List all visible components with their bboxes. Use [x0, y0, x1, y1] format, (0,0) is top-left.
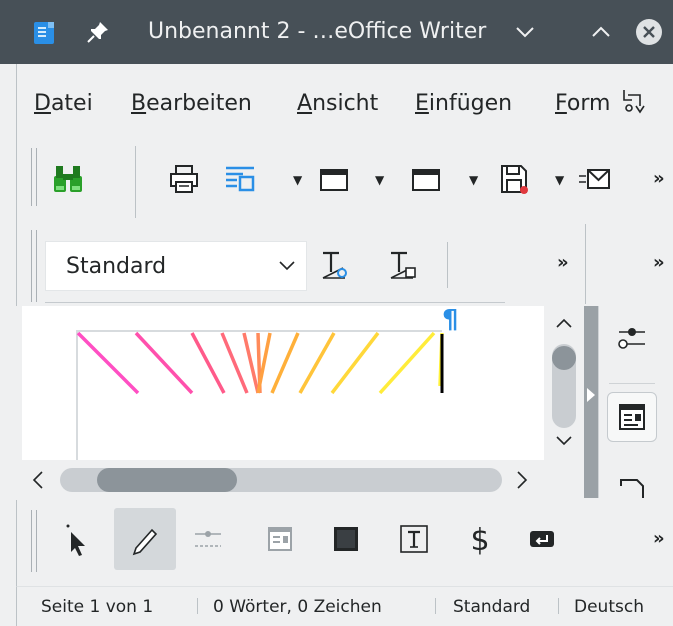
open-icon[interactable] [317, 162, 351, 196]
insert-line-break-icon[interactable] [525, 522, 559, 556]
toolbar-more-button[interactable]: » [653, 252, 665, 274]
chevron-up-icon[interactable] [588, 19, 614, 45]
word-count-status[interactable]: 0 Wörter, 0 Zeichen [213, 596, 382, 618]
menu-format[interactable]: Form [555, 90, 610, 118]
page-icon [619, 404, 645, 430]
scroll-down-icon[interactable] [554, 434, 574, 448]
open-dropdown[interactable]: ▼ [375, 173, 384, 187]
paragraph-style-dropdown[interactable]: Standard [45, 241, 307, 291]
toggle-view-icon[interactable] [223, 162, 257, 196]
chevron-down-icon [279, 261, 295, 271]
close-button[interactable] [636, 19, 662, 45]
scrollbar-thumb[interactable] [552, 346, 576, 370]
sidebar-page-button[interactable] [607, 392, 657, 442]
status-bar: Seite 1 von 1 0 Wörter, 0 Zeichen Standa… [16, 586, 673, 626]
toolbar-more-button[interactable]: » [653, 168, 665, 190]
menu-label: orm [566, 91, 611, 116]
scroll-right-icon[interactable] [514, 469, 530, 491]
chevron-down-icon[interactable] [512, 19, 538, 45]
freeform-line-icon [132, 528, 158, 556]
sidebar-expand-arrow-icon[interactable] [587, 388, 595, 402]
window-title: Unbenannt 2 - …eOffice Writer [148, 19, 487, 44]
toolbar-separator [447, 242, 448, 288]
formatting-toolbar: Standard » » [16, 224, 673, 306]
find-binoculars-icon[interactable] [51, 162, 85, 196]
update-style-icon[interactable] [319, 248, 353, 282]
svg-text:$: $ [470, 523, 489, 556]
page-style-status[interactable]: Standard [453, 596, 530, 618]
save-dropdown[interactable]: ▼ [555, 173, 564, 187]
toolbar-divider [45, 302, 505, 303]
toolbar-separator [585, 224, 586, 304]
templates-dropdown[interactable]: ▼ [469, 173, 478, 187]
styles-icon [620, 479, 644, 498]
vertical-scrollbar[interactable] [544, 306, 584, 460]
print-icon[interactable] [167, 162, 201, 196]
horizontal-scrollbar[interactable] [22, 460, 544, 500]
toolbar-more-button[interactable]: » [557, 252, 569, 274]
menu-datei[interactable]: Datei [34, 90, 93, 118]
drawing-lines[interactable] [22, 306, 544, 460]
sidebar-separator [609, 383, 655, 384]
menu-overflow-icon[interactable] [620, 86, 650, 118]
status-separator [558, 598, 559, 614]
rectangle-icon[interactable] [329, 522, 363, 556]
menu-mnemonic: F [555, 91, 567, 116]
document-canvas[interactable]: ¶ [22, 306, 544, 460]
toolbar-handle[interactable] [31, 148, 37, 206]
standard-toolbar: ▼ ▼ ▼ ▼ » [16, 140, 673, 224]
email-icon[interactable] [577, 162, 611, 196]
scroll-up-icon[interactable] [554, 316, 574, 330]
menu-mnemonic: E [415, 91, 429, 116]
menu-einfuegen[interactable]: Einfügen [415, 90, 512, 118]
sidebar-properties-button[interactable] [607, 312, 657, 362]
menu-bearbeiten[interactable]: Bearbeiten [131, 90, 252, 118]
menu-label: earbeiten [146, 91, 252, 116]
page-count-status[interactable]: Seite 1 von 1 [41, 596, 153, 618]
menu-label: atei [50, 91, 93, 116]
freeform-line-button[interactable] [114, 508, 176, 570]
scrollbar-thumb[interactable] [97, 468, 237, 492]
menu-ansicht[interactable]: Ansicht [297, 90, 378, 118]
frame-icon[interactable] [263, 522, 297, 556]
menu-mnemonic: B [131, 91, 147, 116]
scroll-left-icon[interactable] [30, 469, 46, 491]
toolbar-handle[interactable] [31, 510, 37, 572]
line-connector-icon[interactable] [191, 522, 225, 556]
menu-mnemonic: A [297, 91, 313, 116]
menu-label: nsicht [312, 91, 379, 116]
drawing-toolbar: $ » [16, 500, 673, 586]
language-status[interactable]: Deutsch [574, 596, 644, 618]
toggle-view-dropdown[interactable]: ▼ [293, 173, 302, 187]
sidebar-collapse-handle[interactable] [584, 306, 598, 498]
toolbar-separator [135, 146, 136, 218]
properties-icon [618, 328, 645, 349]
sidebar-tabbar [598, 306, 673, 498]
toolbar-more-button[interactable]: » [653, 528, 665, 550]
writer-document-icon[interactable] [34, 22, 54, 44]
menu-label: infügen [428, 91, 513, 116]
menu-mnemonic: D [34, 91, 51, 116]
status-separator [197, 598, 198, 614]
menu-bar: Datei Bearbeiten Ansicht Einfügen Form [16, 64, 673, 140]
paragraph-style-value: Standard [66, 254, 167, 279]
templates-icon[interactable] [409, 162, 443, 196]
pin-icon[interactable] [84, 18, 112, 46]
select-button[interactable] [51, 508, 113, 570]
close-icon [643, 26, 655, 38]
save-icon[interactable] [497, 162, 531, 196]
status-separator [435, 598, 436, 614]
currency-symbol-icon[interactable]: $ [463, 522, 497, 556]
select-arrow-icon [66, 524, 85, 556]
title-bar: Unbenannt 2 - …eOffice Writer [0, 0, 673, 64]
toolbar-handle[interactable] [31, 230, 37, 302]
text-box-icon[interactable] [397, 522, 431, 556]
new-style-icon[interactable] [387, 248, 421, 282]
